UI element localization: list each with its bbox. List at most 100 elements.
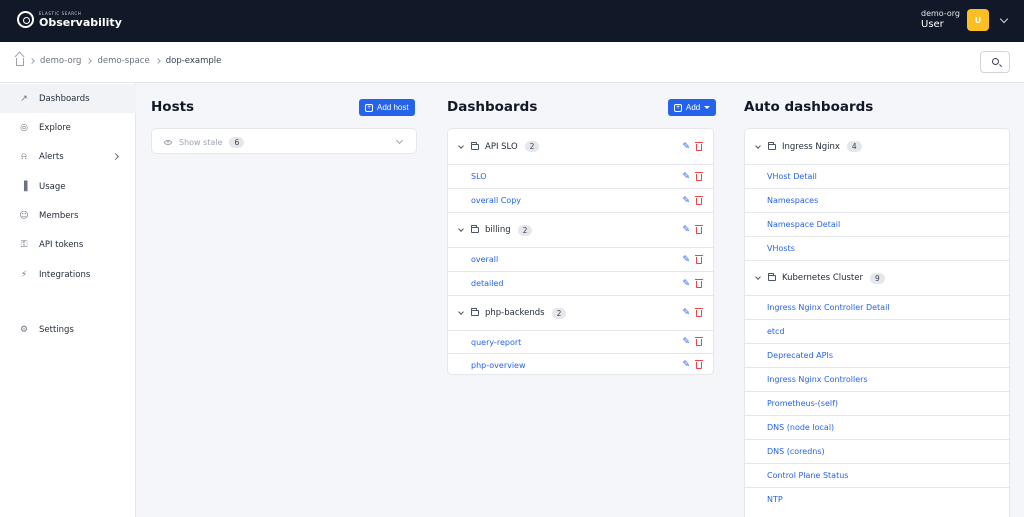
list-item[interactable]: SLO ✎ <box>448 164 713 188</box>
edit-icon[interactable]: ✎ <box>682 225 690 235</box>
chevron-down-icon[interactable] <box>458 226 464 232</box>
edit-icon[interactable]: ✎ <box>682 196 690 206</box>
home-icon[interactable] <box>16 58 24 66</box>
list-item[interactable]: etcd <box>745 319 1009 343</box>
chevron-down-icon[interactable] <box>458 309 464 315</box>
dashboard-link[interactable]: Namespaces <box>767 196 818 205</box>
dashboard-link[interactable]: Namespace Detail <box>767 220 840 229</box>
dashboard-link[interactable]: DNS (node local) <box>767 423 834 432</box>
search-button[interactable] <box>980 51 1010 73</box>
edit-icon[interactable]: ✎ <box>682 172 690 182</box>
trash-icon[interactable] <box>695 254 703 264</box>
user-name: User <box>921 18 944 30</box>
list-item[interactable]: VHosts <box>745 236 1009 260</box>
edit-icon[interactable]: ✎ <box>682 308 690 318</box>
dashboard-link[interactable]: etcd <box>767 327 785 336</box>
dashboard-link[interactable]: detailed <box>471 279 503 288</box>
org-switcher[interactable]: demo-org User <box>921 9 960 31</box>
dashboard-link[interactable]: overall <box>471 255 498 264</box>
chevron-down-icon[interactable] <box>999 14 1009 24</box>
chevron-down-icon[interactable] <box>458 142 464 149</box>
trash-icon[interactable] <box>695 141 703 151</box>
breadcrumb-space[interactable]: demo-space <box>97 56 149 66</box>
breadcrumb-org[interactable]: demo-org <box>40 56 81 66</box>
edit-icon[interactable]: ✎ <box>682 360 690 370</box>
dashboard-link[interactable]: NTP <box>767 495 783 504</box>
logo[interactable]: ELASTIC SEARCH Observability <box>17 11 122 28</box>
plus-icon: + <box>365 103 373 112</box>
edit-icon[interactable]: ✎ <box>682 142 690 152</box>
trash-icon[interactable] <box>695 195 703 205</box>
hosts-stale-toggle[interactable]: Show stale 6 <box>151 128 417 154</box>
dashboard-link[interactable]: Prometheus-(self) <box>767 399 838 408</box>
top-bar: ELASTIC SEARCH Observability demo-org Us… <box>0 0 1024 42</box>
dashboard-link[interactable]: VHosts <box>767 244 795 253</box>
dashboard-link[interactable]: VHost Detail <box>767 172 817 181</box>
folder-name: Kubernetes Cluster <box>782 273 863 283</box>
list-item[interactable]: Prometheus-(self) <box>745 391 1009 415</box>
dashboard-link[interactable]: DNS (coredns) <box>767 447 825 456</box>
sidebar-item-settings[interactable]: ⚙ Settings <box>0 315 136 344</box>
trash-icon[interactable] <box>695 278 703 288</box>
dashboard-link[interactable]: Ingress Nginx Controller Detail <box>767 303 890 312</box>
bar-chart-icon: ▐ <box>20 181 28 192</box>
trash-icon[interactable] <box>695 308 703 317</box>
gear-icon: ⚙ <box>19 324 29 335</box>
list-item[interactable]: Namespace Detail <box>745 212 1009 236</box>
list-item[interactable]: Ingress Nginx Controller Detail <box>745 295 1009 319</box>
list-item[interactable]: overall ✎ <box>448 247 713 271</box>
sidebar-item-explore[interactable]: ◎ Explore <box>0 113 136 142</box>
sidebar-item-integrations[interactable]: ⚡ Integrations <box>0 260 136 289</box>
eye-icon <box>164 139 172 145</box>
add-host-button[interactable]: + Add host <box>359 99 415 116</box>
dashboard-link[interactable]: SLO <box>471 172 487 181</box>
sidebar-item-usage[interactable]: ▐ Usage <box>0 172 136 201</box>
folder-row[interactable]: API SLO 2 ✎ <box>448 129 713 164</box>
list-item[interactable]: VHost Detail <box>745 164 1009 188</box>
hosts-title: Hosts <box>151 99 195 115</box>
folder-row[interactable]: billing 2 ✎ <box>448 212 713 247</box>
dashboard-link[interactable]: php-overview <box>471 361 526 370</box>
trash-icon[interactable] <box>695 171 703 181</box>
list-item[interactable]: NTP <box>745 487 1009 511</box>
list-item[interactable]: php-overview ✎ <box>448 353 713 374</box>
list-item[interactable]: Deprecated APIs <box>745 343 1009 367</box>
list-item[interactable]: DNS (coredns) <box>745 439 1009 463</box>
avatar[interactable]: U <box>967 9 989 31</box>
list-item[interactable]: detailed ✎ <box>448 271 713 295</box>
trash-icon[interactable] <box>695 360 703 369</box>
folder-row[interactable]: php-backends 2 ✎ <box>448 295 713 330</box>
dashboard-link[interactable]: Ingress Nginx Controllers <box>767 375 868 384</box>
list-item[interactable]: overall Copy ✎ <box>448 188 713 212</box>
folder-icon <box>471 308 479 316</box>
trash-icon[interactable] <box>695 337 703 346</box>
add-dashboard-button[interactable]: + Add <box>668 99 717 116</box>
dashboard-link[interactable]: query-report <box>471 338 521 347</box>
logo-title: Observability <box>39 15 122 29</box>
list-item[interactable]: Control Plane Status <box>745 463 1009 487</box>
sidebar-item-alerts[interactable]: ⍾ Alerts <box>0 142 136 171</box>
add-host-label: Add host <box>377 103 409 112</box>
list-item[interactable]: Ingress Nginx Controllers <box>745 367 1009 391</box>
chevron-down-icon[interactable] <box>755 142 761 149</box>
trash-icon[interactable] <box>695 225 703 234</box>
sidebar-item-members[interactable]: ☺ Members <box>0 201 136 230</box>
folder-name: billing <box>485 225 511 235</box>
sidebar-item-api-tokens[interactable]: ⚿ API tokens <box>0 230 136 259</box>
dashboard-link[interactable]: Control Plane Status <box>767 471 848 480</box>
folder-row[interactable]: Kubernetes Cluster 9 <box>745 260 1009 295</box>
edit-icon[interactable]: ✎ <box>682 337 690 347</box>
list-item[interactable]: query-report ✎ <box>448 330 713 353</box>
dashboard-link[interactable]: Deprecated APIs <box>767 351 833 360</box>
edit-icon[interactable]: ✎ <box>682 279 690 289</box>
list-item[interactable]: Namespaces <box>745 188 1009 212</box>
show-stale-row[interactable]: Show stale 6 <box>152 129 416 153</box>
list-item[interactable]: DNS (node local) <box>745 415 1009 439</box>
dashboard-link[interactable]: overall Copy <box>471 196 521 205</box>
edit-icon[interactable]: ✎ <box>682 255 690 265</box>
sidebar-item-label: Usage <box>39 181 66 192</box>
folder-row[interactable]: Ingress Nginx 4 <box>745 129 1009 164</box>
sidebar-item-dashboards[interactable]: ↗ Dashboards <box>0 84 136 113</box>
chevron-down-icon[interactable] <box>755 274 761 280</box>
chart-line-icon: ↗ <box>20 93 28 104</box>
